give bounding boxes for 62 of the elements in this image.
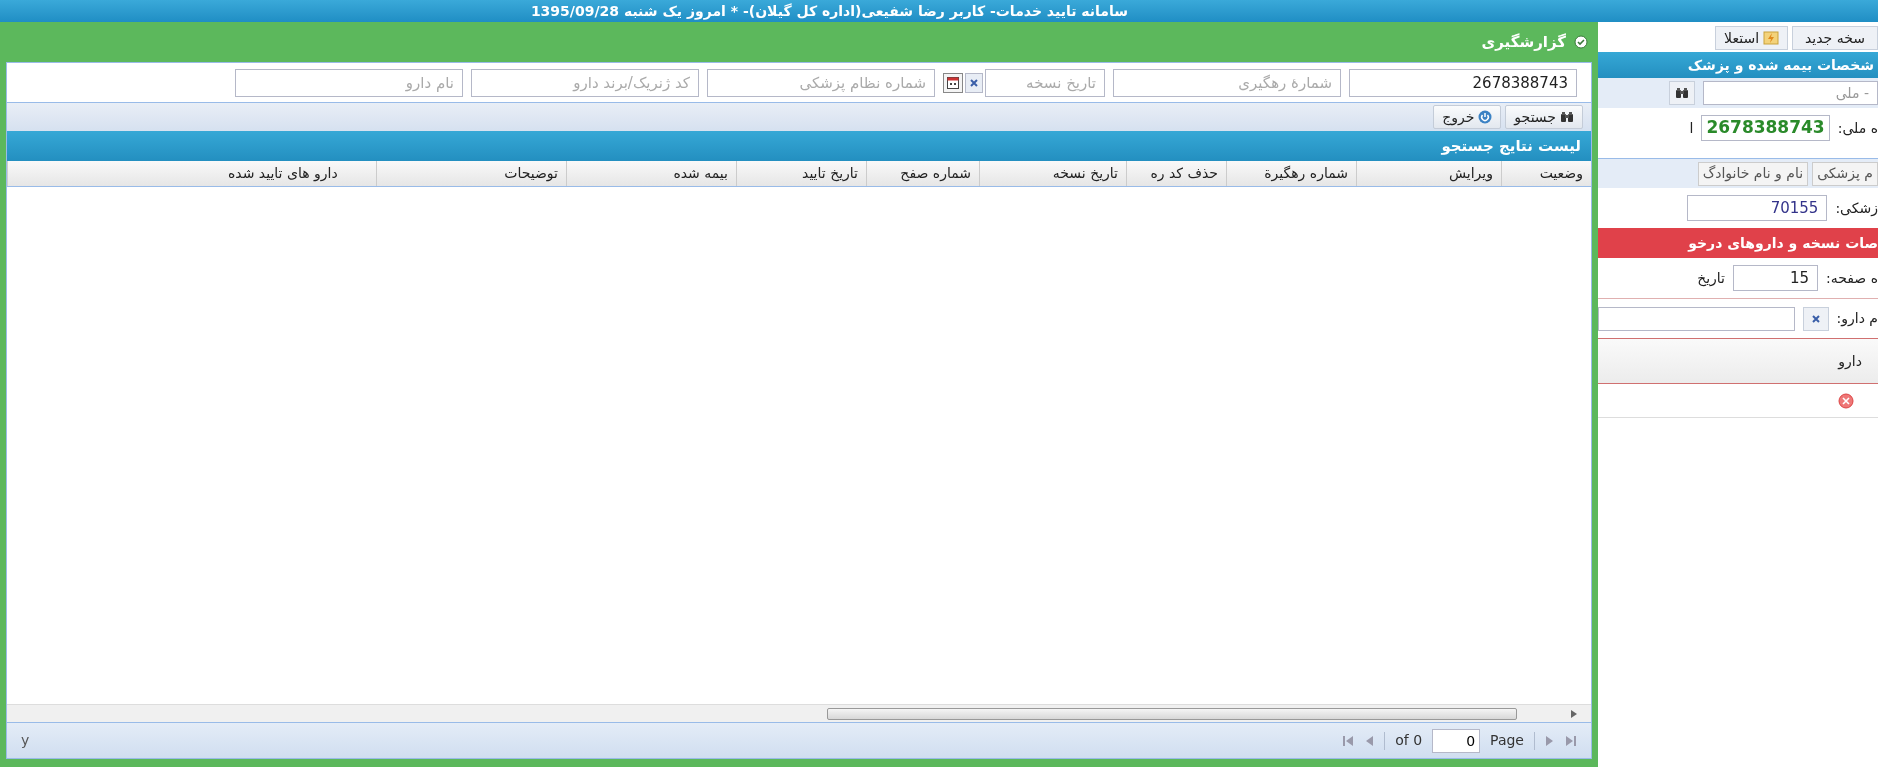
results-title: لیست نتایج جستجو [1441, 135, 1581, 157]
pager-info: y [21, 731, 30, 750]
field-label: ا [1689, 118, 1694, 138]
search-button[interactable]: جستجو [1505, 105, 1583, 129]
column-header[interactable]: دارو [1838, 350, 1862, 372]
drug-field[interactable] [1598, 306, 1795, 331]
filter-field[interactable]: نام دارو [235, 68, 463, 97]
close-icon [1811, 314, 1820, 323]
delete-icon[interactable] [1838, 392, 1854, 409]
search-button[interactable] [1669, 81, 1695, 105]
date-label: تاریخ [1697, 268, 1725, 289]
column-header[interactable]: شماره صفح [866, 161, 979, 186]
national-id-field[interactable]: - ملی [1703, 81, 1878, 105]
app-title: سامانه تایید خدمات- کاربر رضا شفیعی(اداره کل گیلان)- * امروز یک شنبه 1395/09/28 [530, 1, 1128, 22]
tab[interactable]: سخه جدید [1792, 26, 1878, 50]
national-id-label: ه ملی: [1837, 118, 1878, 138]
tab[interactable]: نام و نام خانوادگ [1697, 161, 1809, 186]
section-header: صات نسخه و داروهای درخو [1598, 228, 1878, 258]
last-page-icon[interactable] [1565, 734, 1577, 747]
filter-field[interactable]: کد ژنریک/برند دارو [471, 68, 699, 97]
column-header[interactable]: دارو های تایید شده [7, 161, 376, 186]
filter-field[interactable]: شمارهٔ رهگیری [1113, 68, 1341, 97]
page-label: Page [1490, 731, 1524, 750]
lightning-icon [1763, 31, 1779, 45]
first-page-icon[interactable] [1342, 734, 1355, 747]
filter-field[interactable]: 2678388743 [1349, 68, 1577, 97]
doctor-field[interactable]: 70155 [1687, 195, 1828, 221]
column-header[interactable]: تاریخ تایید [736, 161, 866, 186]
scrollbar-thumb[interactable] [827, 707, 1517, 720]
page-label: ه صفحه: [1826, 268, 1878, 288]
filter-field[interactable]: شماره نظام پزشکی [707, 68, 935, 97]
doctor-label: زشکی: [1835, 198, 1878, 219]
binoculars-icon [1560, 111, 1574, 123]
column-header[interactable]: وضعیت [1501, 161, 1591, 186]
calendar-button[interactable] [943, 72, 963, 93]
national-id-value: 2678388743 [1701, 115, 1830, 141]
column-header[interactable]: حذف کد ره [1126, 161, 1226, 186]
page-count: of 0 [1395, 731, 1423, 750]
close-icon [970, 78, 978, 87]
page-field[interactable]: 0 [1432, 728, 1481, 753]
date-field[interactable]: تاریخ نسخه [985, 68, 1105, 97]
next-page-icon[interactable] [1545, 734, 1555, 747]
previous-page-icon[interactable] [1364, 734, 1375, 747]
column-header[interactable]: ویرایش [1356, 161, 1501, 186]
drug-label: م دارو: [1836, 309, 1878, 329]
tab[interactable]: م پزشکی [1812, 161, 1878, 186]
scroll-right-icon[interactable] [1571, 709, 1577, 718]
exit-button[interactable]: خروج [1433, 105, 1502, 129]
section-header: شخصات بیمه شده و پزشک [1598, 52, 1878, 78]
column-header[interactable]: بیمه شده [566, 161, 736, 186]
clear-button[interactable] [965, 72, 983, 93]
calendar-icon [947, 76, 959, 89]
tab[interactable]: استعلا [1715, 26, 1788, 50]
column-header[interactable]: توضیحات [376, 161, 566, 186]
column-header[interactable]: تاریخ نسخه [979, 161, 1126, 186]
power-icon [1478, 110, 1493, 124]
clear-button[interactable] [1802, 306, 1829, 331]
binoculars-icon [1675, 87, 1689, 99]
page-number-field[interactable]: 15 [1733, 265, 1818, 291]
dialog-title: گزارشگیری [1481, 31, 1566, 53]
check-circle-icon [1574, 35, 1588, 49]
column-header[interactable]: شماره رهگیرة [1226, 161, 1356, 186]
